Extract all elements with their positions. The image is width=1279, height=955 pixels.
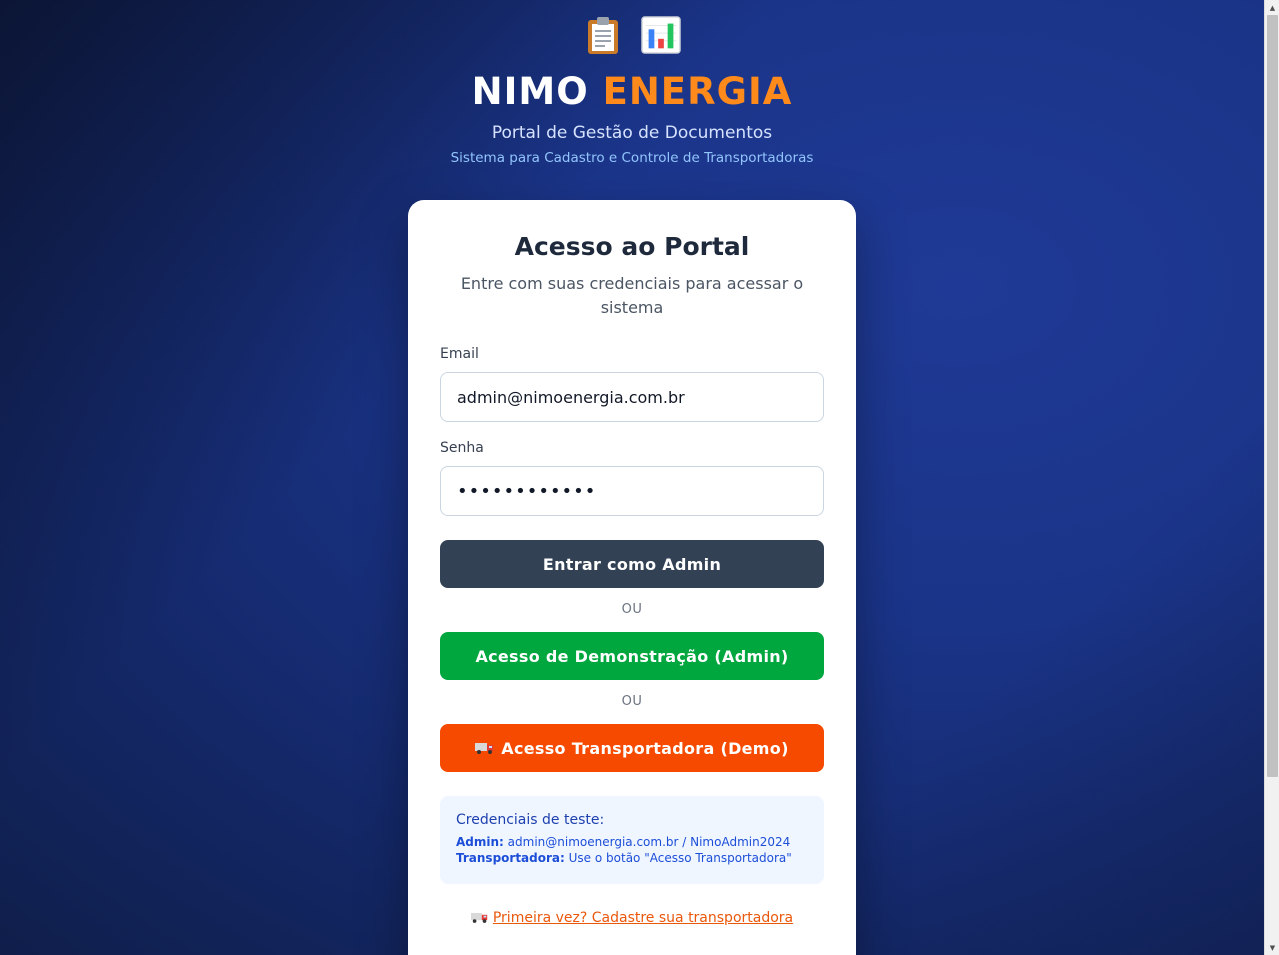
- portal-subtitle: Portal de Gestão de Documentos: [491, 123, 773, 143]
- transport-credentials-label: Transportadora:: [456, 851, 565, 865]
- login-description: Entre com suas credenciais para acessar …: [460, 274, 804, 317]
- admin-credentials-value: admin@nimoenergia.com.br / NimoAdmin2024: [507, 835, 791, 849]
- transport-credentials-value: Use o botão "Acesso Transportadora": [568, 851, 792, 865]
- truck-icon: [475, 741, 495, 755]
- signup-link-label: Primeira vez? Cadastre sua transportador…: [492, 910, 794, 926]
- demo-access-label: Acesso de Demonstração (Admin): [475, 646, 789, 666]
- transport-access-label: Acesso Transportadora (Demo): [501, 738, 789, 758]
- separator-or: OU: [621, 602, 643, 617]
- email-label: Email: [440, 346, 479, 362]
- transport-access-button[interactable]: Acesso Transportadora (Demo): [440, 724, 824, 772]
- vertical-scrollbar[interactable]: ▲ ▼: [1264, 0, 1279, 955]
- scroll-down-arrow-icon[interactable]: ▼: [1265, 940, 1279, 955]
- demo-access-button[interactable]: Acesso de Demonstração (Admin): [440, 632, 824, 680]
- login-card: Acesso ao Portal Entre com suas credenci…: [408, 200, 856, 955]
- page: NIMO ENERGIA Portal de Gestão de Documen…: [0, 0, 1264, 955]
- admin-credentials: Admin: admin@nimoenergia.com.br / NimoAd…: [456, 834, 808, 850]
- email-field[interactable]: admin@nimoenergia.com.br: [440, 372, 824, 422]
- brand-title: NIMO ENERGIA: [0, 70, 1264, 113]
- password-value: ••••••••••••: [457, 480, 597, 502]
- admin-login-button[interactable]: Entrar como Admin: [440, 540, 824, 588]
- admin-login-label: Entrar como Admin: [542, 554, 722, 574]
- scrollbar-thumb[interactable]: [1267, 15, 1278, 777]
- email-value: admin@nimoenergia.com.br: [457, 387, 685, 407]
- brand-accent: ENERGIA: [602, 70, 793, 113]
- bar-chart-icon: [641, 14, 681, 56]
- header-icons: [0, 14, 1264, 56]
- portal-tagline: Sistema para Cadastro e Controle de Tran…: [450, 150, 814, 166]
- password-label: Senha: [440, 440, 484, 456]
- login-title: Acesso ao Portal: [514, 232, 750, 261]
- signup-link[interactable]: Primeira vez? Cadastre sua transportador…: [408, 910, 856, 928]
- brand-primary: NIMO: [471, 70, 589, 113]
- truck-icon: [470, 911, 489, 928]
- test-credentials-box: Credenciais de teste: Admin: admin@nimoe…: [440, 796, 824, 884]
- transport-credentials: Transportadora: Use o botão "Acesso Tran…: [456, 850, 808, 866]
- scroll-up-arrow-icon[interactable]: ▲: [1265, 0, 1279, 15]
- test-credentials-title: Credenciais de teste:: [456, 812, 605, 828]
- admin-credentials-label: Admin:: [456, 835, 504, 849]
- password-field[interactable]: ••••••••••••: [440, 466, 824, 516]
- clipboard-icon: [583, 14, 623, 56]
- separator-or-2: OU: [621, 694, 643, 709]
